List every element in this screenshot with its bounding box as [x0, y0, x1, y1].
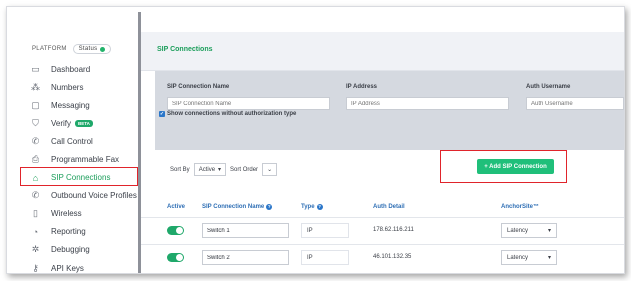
bug-icon: ✲ — [31, 244, 40, 255]
sort-by-dropdown[interactable]: Active ▾ — [193, 163, 227, 176]
page-header: SIP Connections — [141, 32, 624, 71]
sip-name-filter-input[interactable] — [167, 97, 330, 110]
help-icon[interactable]: ? — [316, 204, 323, 210]
main-content: SIP Connections SIP Connection Name IP A… — [141, 7, 624, 273]
sort-by-value: Active — [198, 166, 216, 173]
active-toggle[interactable] — [167, 226, 184, 235]
sidebar-item-wireless[interactable]: ▯ Wireless — [30, 205, 140, 223]
auth-type-checkbox-label: Show connections without authorization t… — [167, 111, 297, 117]
col-name[interactable]: SIP Connection Name? — [202, 204, 273, 210]
sidebar-item-label: Reporting — [51, 227, 86, 237]
page-title: SIP Connections — [157, 46, 213, 53]
status-badge[interactable]: Status — [72, 44, 112, 54]
add-sip-connection-label: + Add SIP Connection — [484, 163, 547, 170]
checkbox-checked-icon[interactable]: ✓ — [159, 111, 165, 117]
sidebar-item-label: Dashboard — [51, 64, 91, 74]
sidebar-item-label: Messaging — [51, 100, 90, 110]
sidebar-item-outbound-voice-profiles[interactable]: ✆ Outbound Voice Profiles — [30, 187, 140, 205]
status-label: Status — [78, 46, 98, 52]
sidebar-item-reporting[interactable]: ◔ Reporting — [30, 223, 140, 241]
key-icon: ⚷ — [32, 262, 39, 273]
table-row: IP 46.101.132.35 Latency ▾ — [141, 244, 624, 271]
reporting-icon: ◔ — [32, 226, 39, 237]
sidebar-item-label: Numbers — [51, 82, 84, 92]
messaging-icon: ▢ — [31, 99, 40, 110]
sip-connections-highlight — [20, 167, 138, 186]
caret-down-icon: ▾ — [547, 255, 551, 261]
auth-type-checkbox-row[interactable]: ✓ Show connections without authorization… — [159, 111, 296, 117]
caret-down-icon: ▾ — [218, 167, 222, 173]
sidebar-item-call-control[interactable]: ✆ Call Control — [30, 132, 140, 150]
anchorsite-value: Latency — [507, 254, 529, 261]
sidebar-item-programmable-fax[interactable]: ⎙ Programmable Fax — [30, 150, 140, 168]
ip-filter-label: IP Address — [346, 84, 378, 90]
platform-header: PLATFORM Status — [32, 44, 112, 54]
caret-down-icon: ▾ — [547, 228, 551, 234]
table-header: Active SIP Connection Name? Type? Auth D… — [141, 199, 624, 217]
filter-panel: SIP Connection Name IP Address Auth User… — [155, 71, 624, 150]
fax-icon: ⎙ — [31, 154, 40, 165]
connection-name-input[interactable] — [202, 250, 289, 265]
shield-check-icon: ⛉ — [32, 117, 39, 128]
anchorsite-dropdown[interactable]: Latency ▾ — [501, 223, 557, 238]
sidebar-item-numbers[interactable]: ⁂ Numbers — [30, 78, 140, 96]
type-cell: IP — [301, 250, 349, 265]
auth-username-filter-label: Auth Username — [526, 84, 571, 90]
anchorsite-value: Latency — [507, 227, 529, 234]
sidebar-item-label: API Keys — [51, 263, 84, 273]
col-type-label: Type — [301, 204, 315, 210]
sort-order-label: Sort Order — [230, 166, 259, 173]
auth-detail-cell: 46.101.132.35 — [373, 254, 412, 260]
sidebar: PLATFORM Status ▭ Dashboard ⁂ Numbers ▢ Messa… — [7, 7, 138, 273]
sort-by-label: Sort By — [170, 166, 190, 173]
platform-label: PLATFORM — [32, 46, 67, 52]
beta-badge: BETA — [75, 119, 93, 127]
sidebar-item-verify[interactable]: ⛉ Verify BETA — [30, 114, 140, 132]
col-active-label: Active — [167, 204, 186, 210]
col-auth-label: Auth Detail — [373, 204, 405, 210]
anchorsite-dropdown[interactable]: Latency ▾ — [501, 250, 557, 265]
col-type[interactable]: Type? — [301, 204, 323, 210]
sidebar-item-debugging[interactable]: ✲ Debugging — [30, 241, 140, 259]
active-toggle[interactable] — [167, 253, 184, 262]
ip-filter-input[interactable] — [346, 97, 509, 110]
outbound-call-icon: ✆ — [31, 190, 40, 201]
sip-name-filter-label: SIP Connection Name — [167, 84, 230, 90]
col-name-label: SIP Connection Name — [202, 204, 265, 210]
add-sip-connection-button[interactable]: + Add SIP Connection — [477, 159, 554, 174]
dashboard-icon: ▭ — [31, 63, 40, 74]
col-active[interactable]: Active — [167, 204, 185, 210]
table-row: IP 178.62.116.211 Latency ▾ — [141, 217, 624, 244]
sidebar-item-label: Wireless — [51, 209, 82, 219]
help-icon[interactable]: ? — [266, 204, 273, 210]
sidebar-item-label: Verify — [51, 118, 72, 128]
auth-username-filter-input[interactable] — [526, 97, 624, 110]
sort-bar: Sort By Active ▾ Sort Order ⌄ — [170, 163, 278, 176]
sidebar-item-messaging[interactable]: ▢ Messaging — [30, 96, 140, 114]
sidebar-item-label: Outbound Voice Profiles — [51, 191, 137, 201]
status-dot-icon — [100, 46, 106, 52]
connection-name-input[interactable] — [202, 223, 289, 238]
wireless-icon: ▯ — [33, 208, 38, 219]
chevron-down-icon: ⌄ — [267, 167, 273, 173]
numbers-icon: ⁂ — [31, 81, 40, 92]
col-anchorsite[interactable]: AnchorSite™ — [501, 204, 539, 210]
sidebar-item-label: Debugging — [51, 245, 90, 255]
sort-order-dropdown[interactable]: ⌄ — [262, 163, 278, 176]
type-cell: IP — [301, 223, 349, 238]
col-anchorsite-label: AnchorSite™ — [501, 204, 540, 210]
phone-icon: ✆ — [31, 135, 40, 146]
auth-detail-cell: 178.62.116.211 — [373, 227, 414, 233]
sidebar-item-api-keys[interactable]: ⚷ API Keys — [30, 259, 140, 273]
add-button-highlight: + Add SIP Connection — [440, 150, 567, 183]
app-window: PLATFORM Status ▭ Dashboard ⁂ Numbers ▢ Messa… — [6, 6, 625, 274]
sidebar-item-label: Call Control — [51, 136, 93, 146]
sidebar-item-dashboard[interactable]: ▭ Dashboard — [30, 60, 140, 78]
sidebar-item-label: Programmable Fax — [51, 155, 120, 165]
col-auth-detail[interactable]: Auth Detail — [373, 204, 405, 210]
